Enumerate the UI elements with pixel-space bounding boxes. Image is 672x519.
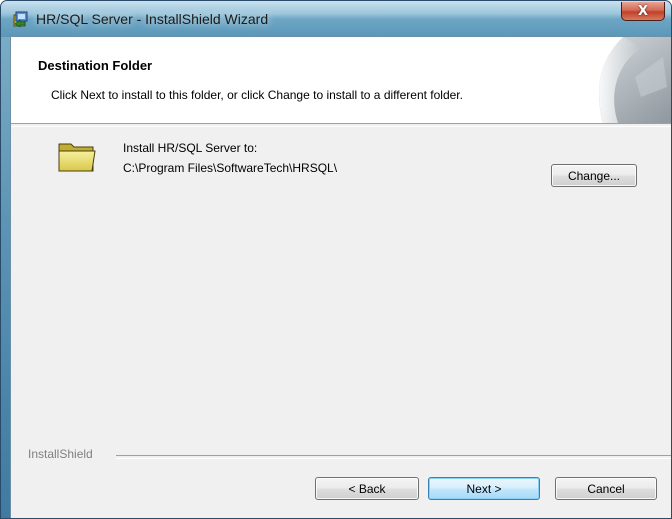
footer-divider	[116, 455, 671, 459]
change-button[interactable]: Change...	[551, 164, 637, 187]
title-bar[interactable]: HR/SQL Server - InstallShield Wizard X	[1, 1, 671, 37]
installshield-brand-label: InstallShield	[28, 447, 93, 461]
wizard-header: Destination Folder Click Next to install…	[11, 37, 671, 123]
back-button[interactable]: < Back	[315, 477, 419, 500]
page-description: Click Next to install to this folder, or…	[51, 88, 463, 102]
install-location-label: Install HR/SQL Server to:	[123, 141, 258, 155]
page-curl-graphic-icon	[563, 37, 671, 123]
installer-app-icon	[13, 11, 28, 28]
page-title: Destination Folder	[38, 58, 153, 73]
next-button[interactable]: Next >	[428, 477, 540, 500]
cancel-button[interactable]: Cancel	[555, 477, 657, 500]
install-path-text: C:\Program Files\SoftwareTech\HRSQL\	[123, 161, 338, 175]
window-title: HR/SQL Server - InstallShield Wizard	[36, 11, 269, 27]
header-divider	[11, 123, 671, 127]
folder-icon	[58, 143, 96, 172]
close-icon: X	[637, 3, 649, 19]
wizard-client-area: Destination Folder Click Next to install…	[10, 36, 671, 518]
close-button[interactable]: X	[621, 2, 665, 21]
installer-window: HR/SQL Server - InstallShield Wizard X D…	[0, 0, 672, 519]
